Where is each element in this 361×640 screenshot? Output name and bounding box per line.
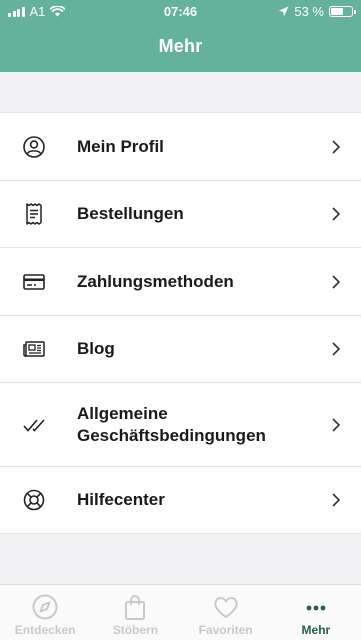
- tab-favoriten[interactable]: Favoriten: [181, 585, 271, 640]
- tab-label: Stöbern: [112, 623, 159, 637]
- page-title: Mehr: [158, 36, 203, 56]
- tab-mehr[interactable]: Mehr: [271, 585, 361, 640]
- chevron-right-icon: [332, 417, 341, 432]
- tab-stoebern[interactable]: Stöbern: [90, 585, 180, 640]
- lifebuoy-icon: [23, 489, 45, 511]
- menu-list: Mein Profil Bestellungen Zahlungsmethode…: [0, 112, 361, 534]
- chevron-right-icon: [332, 139, 341, 154]
- newspaper-icon: [23, 341, 45, 357]
- menu-item-label: Blog: [77, 339, 115, 358]
- menu-item-label: Zahlungsmethoden: [77, 271, 234, 291]
- tab-bar: Entdecken Stöbern Favoriten Mehr: [0, 584, 361, 640]
- more-dots-icon: [306, 605, 326, 611]
- compass-icon: [32, 594, 58, 620]
- battery-icon: [329, 6, 356, 17]
- menu-item-label: Allgemeine Geschäftsbedingungen: [77, 403, 266, 445]
- checkmark-icon: [23, 418, 45, 432]
- location-arrow-icon: [279, 6, 289, 17]
- profile-icon: [23, 135, 45, 158]
- chevron-right-icon: [332, 342, 341, 356]
- menu-item-hilfecenter[interactable]: Hilfecenter: [0, 467, 361, 533]
- menu-item-bestellungen[interactable]: Bestellungen: [0, 181, 361, 248]
- menu-item-label: Bestellungen: [77, 204, 184, 223]
- tab-label: Entdecken: [14, 623, 76, 637]
- heart-icon: [213, 597, 238, 618]
- menu-item-mein-profil[interactable]: Mein Profil: [0, 113, 361, 181]
- menu-item-zahlungsmethoden[interactable]: Zahlungsmethoden: [0, 248, 361, 316]
- menu-item-blog[interactable]: Blog: [0, 316, 361, 383]
- tab-label: Mehr: [301, 623, 331, 637]
- credit-card-icon: [23, 273, 45, 290]
- menu-item-label: Hilfecenter: [77, 490, 165, 509]
- chevron-right-icon: [332, 274, 341, 289]
- menu-item-agb[interactable]: Allgemeine Geschäftsbedingungen: [0, 383, 361, 467]
- chevron-right-icon: [332, 493, 341, 507]
- menu-item-label: Mein Profil: [77, 136, 164, 156]
- tab-entdecken[interactable]: Entdecken: [0, 585, 90, 640]
- status-bar: A1 07:46 53 %: [0, 0, 361, 24]
- battery-percent: 53 %: [294, 4, 324, 19]
- tab-label: Favoriten: [198, 623, 253, 637]
- receipt-icon: [26, 203, 42, 225]
- chevron-right-icon: [332, 207, 341, 221]
- shopping-bag-icon: [125, 595, 146, 620]
- app-header: A1 07:46 53 % Mehr: [0, 0, 361, 72]
